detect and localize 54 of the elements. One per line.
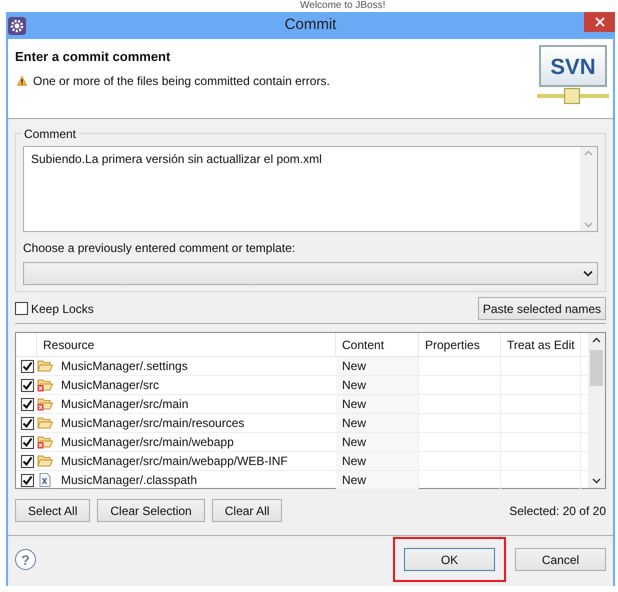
cancel-button[interactable]: Cancel (515, 548, 606, 571)
checkbox[interactable] (21, 378, 34, 392)
checkbox[interactable] (21, 360, 34, 372)
table-cell-text: MusicManager/.classpath (61, 472, 198, 489)
warning-icon (17, 76, 27, 86)
selection-button[interactable]: Select All (15, 499, 90, 522)
caret-icon (583, 270, 593, 277)
column-header[interactable]: Properties (419, 333, 501, 356)
table-cell: New (336, 471, 419, 489)
close-icon (594, 17, 604, 27)
folder-icon (37, 378, 53, 392)
selection-count: Selected: 20 of 20 (509, 502, 606, 520)
table-cell: New (336, 395, 419, 413)
checkbox[interactable] (21, 436, 34, 448)
selection-button[interactable]: Clear All (212, 499, 282, 522)
checkbox-label: Keep Locks (31, 300, 94, 318)
column-header[interactable]: Resource (37, 333, 336, 356)
checkbox[interactable] (21, 454, 34, 468)
checkbox[interactable] (21, 474, 34, 486)
column-header[interactable]: Content (336, 333, 419, 356)
folder-icon (37, 397, 53, 411)
table-cell-text: MusicManager/src/main (61, 396, 188, 413)
dialog-heading: Enter a commit comment (15, 48, 172, 66)
window-title: Commit (284, 15, 336, 36)
table-cell-text: MusicManager/src/main/webapp (61, 434, 234, 451)
warning-message: One or more of the files being committed contain errors. (33, 72, 330, 90)
help-button[interactable]: ? (15, 549, 36, 570)
gear-icon (8, 16, 26, 34)
table-cell-text: MusicManager/src/main/webapp/WEB-INF (61, 453, 288, 470)
table-cell-text: MusicManager/src/main/resources (61, 415, 244, 432)
table-cell-text: MusicManager/.settings (61, 358, 188, 375)
selection-button[interactable]: Clear Selection (97, 499, 205, 522)
table-cell: New (336, 433, 419, 451)
scroll-down-icon[interactable] (592, 478, 601, 484)
close-button[interactable] (584, 12, 615, 32)
checkbox[interactable] (15, 302, 28, 315)
field-label: Choose a previously entered comment or template: (23, 240, 296, 257)
table-cell: New (336, 414, 419, 432)
scroll-up-icon[interactable] (592, 337, 601, 343)
table-cell: New (336, 452, 419, 470)
folder-icon (37, 416, 53, 430)
folder-icon (37, 435, 53, 449)
folder-icon (37, 359, 53, 373)
checkbox[interactable] (21, 398, 34, 410)
checkbox[interactable] (21, 416, 34, 430)
table-cell-text: MusicManager/src (61, 377, 160, 394)
ok-button[interactable]: OK (404, 548, 495, 571)
table-cell: New (336, 357, 419, 375)
paste-names-button[interactable]: Paste selected names (478, 297, 606, 320)
folder-icon (37, 454, 53, 468)
column-header[interactable]: Treat as Edit (501, 333, 581, 356)
background-heading: Welcome to JBoss! (300, 0, 386, 11)
table-cell: New (336, 376, 419, 394)
scroll-thumb[interactable] (590, 350, 603, 386)
